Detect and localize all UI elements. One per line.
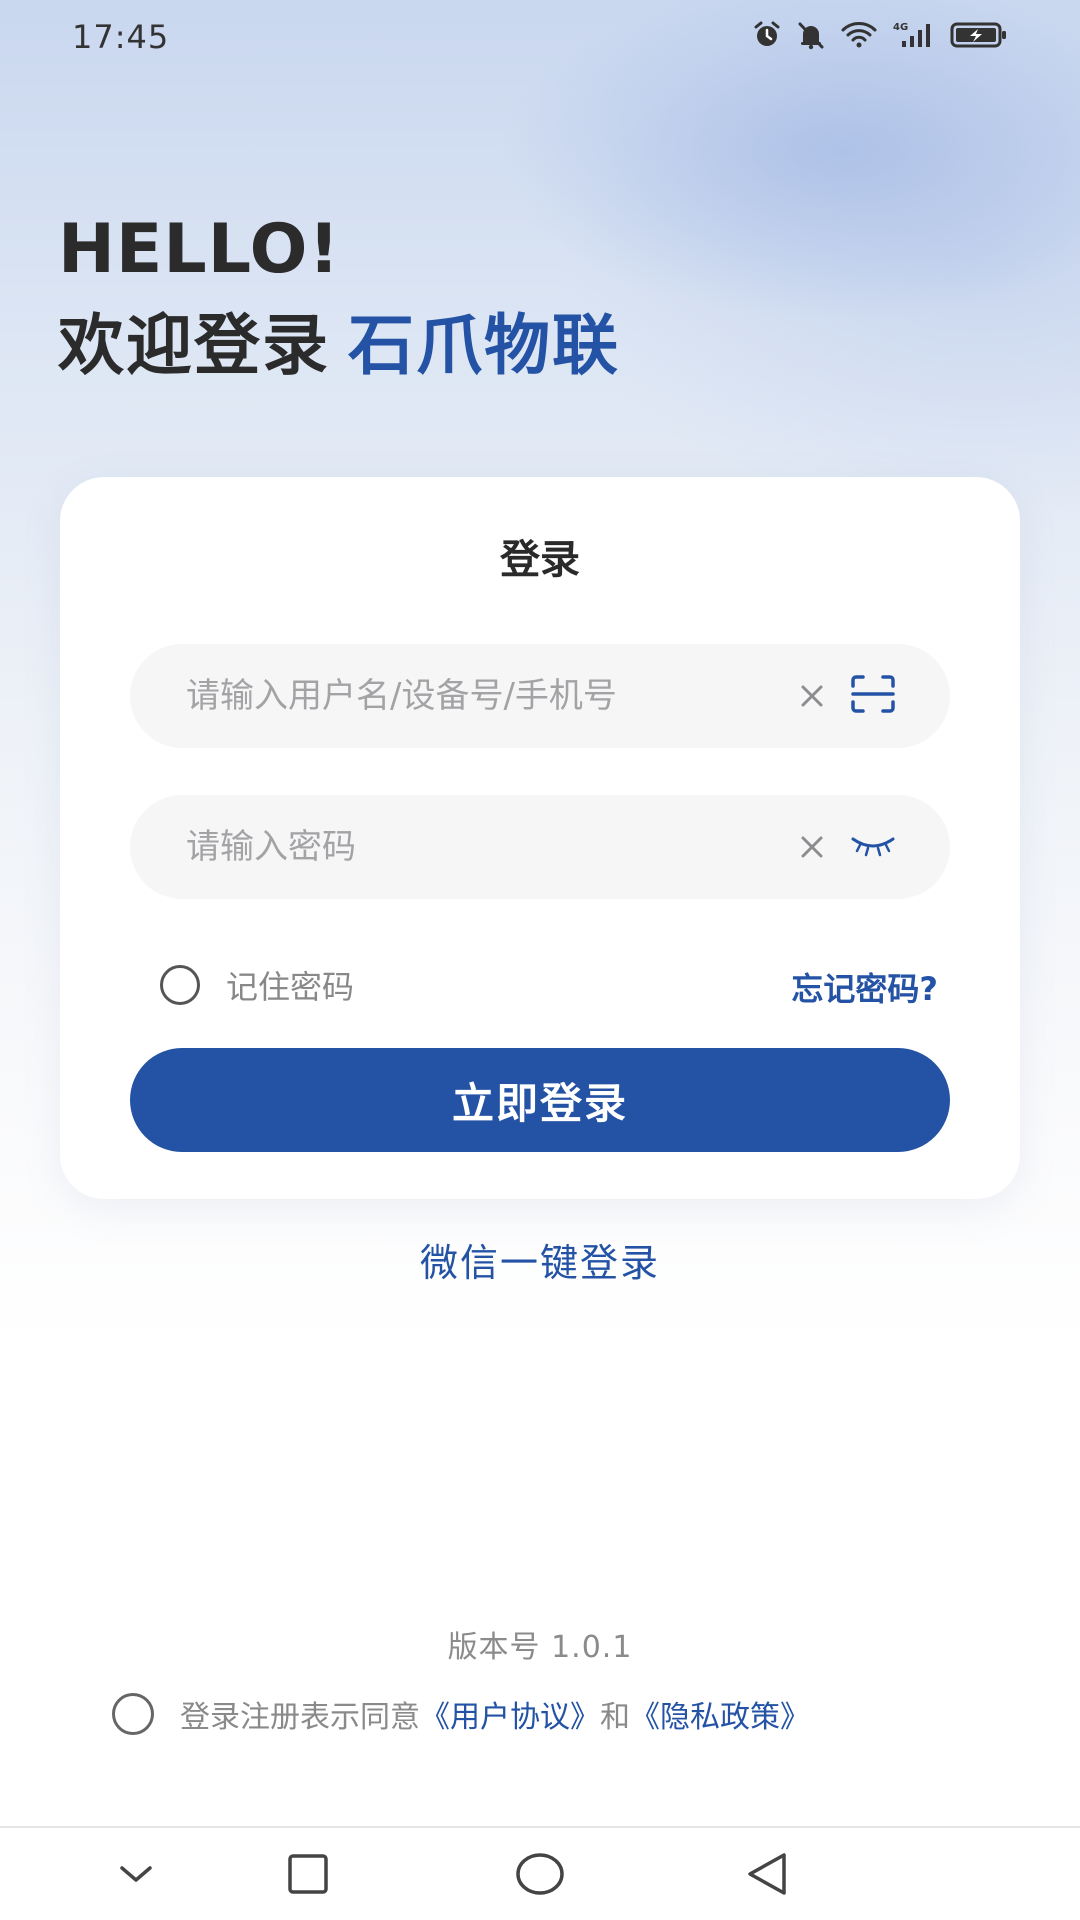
login-card: 登录 记住密码 忘记密码? 立即登录 bbox=[60, 477, 1020, 1199]
agreement-text: 登录注册表示同意《用户协议》和《隐私政策》 bbox=[180, 1692, 810, 1736]
agreement-radio[interactable] bbox=[112, 1693, 154, 1735]
svg-text:4G: 4G bbox=[893, 22, 908, 33]
hello-heading: HELLO! bbox=[58, 210, 341, 289]
user-agreement-link[interactable]: 《用户协议》 bbox=[420, 1700, 600, 1735]
wechat-login-link[interactable]: 微信一键登录 bbox=[0, 1232, 1080, 1287]
navigation-bar bbox=[0, 1826, 1080, 1920]
agreement-row: 登录注册表示同意《用户协议》和《隐私政策》 bbox=[112, 1692, 810, 1736]
username-field[interactable] bbox=[130, 644, 950, 748]
login-button[interactable]: 立即登录 bbox=[130, 1048, 950, 1152]
status-time: 17:45 bbox=[72, 18, 170, 56]
scan-icon[interactable] bbox=[850, 674, 896, 714]
status-bar: 17:45 4G bbox=[0, 0, 1080, 76]
collapse-icon[interactable] bbox=[112, 1850, 160, 1898]
remember-radio[interactable] bbox=[160, 965, 200, 1005]
eye-closed-icon[interactable] bbox=[850, 833, 896, 859]
battery-charging-icon bbox=[950, 22, 1006, 48]
agreement-and: 和 bbox=[600, 1700, 630, 1735]
alarm-icon bbox=[754, 21, 780, 46]
username-input[interactable] bbox=[186, 644, 746, 748]
version-label: 版本号 1.0.1 bbox=[447, 1630, 633, 1665]
welcome-text: 欢迎登录 bbox=[58, 307, 330, 384]
password-field[interactable] bbox=[130, 795, 950, 899]
brand-name: 石爪物联 bbox=[348, 307, 620, 384]
privacy-policy-link[interactable]: 《隐私政策》 bbox=[630, 1700, 810, 1735]
home-icon[interactable] bbox=[514, 1850, 566, 1898]
clear-username-icon[interactable] bbox=[796, 680, 828, 712]
signal-4g-icon: 4G bbox=[893, 22, 930, 47]
recents-icon[interactable] bbox=[284, 1850, 332, 1898]
forgot-password-link[interactable]: 忘记密码? bbox=[791, 964, 938, 1010]
mute-bell-icon bbox=[798, 22, 824, 50]
remember-password-toggle[interactable]: 记住密码 bbox=[160, 962, 354, 1008]
password-input[interactable] bbox=[186, 795, 746, 899]
status-icons: 4G bbox=[752, 20, 1008, 50]
welcome-heading: 欢迎登录 石爪物联 bbox=[58, 292, 620, 388]
clear-password-icon[interactable] bbox=[796, 831, 828, 863]
login-card-title: 登录 bbox=[500, 537, 580, 583]
back-icon[interactable] bbox=[744, 1850, 792, 1898]
remember-label: 记住密码 bbox=[226, 968, 355, 1006]
wifi-icon bbox=[841, 22, 877, 48]
agreement-prefix: 登录注册表示同意 bbox=[180, 1700, 420, 1735]
